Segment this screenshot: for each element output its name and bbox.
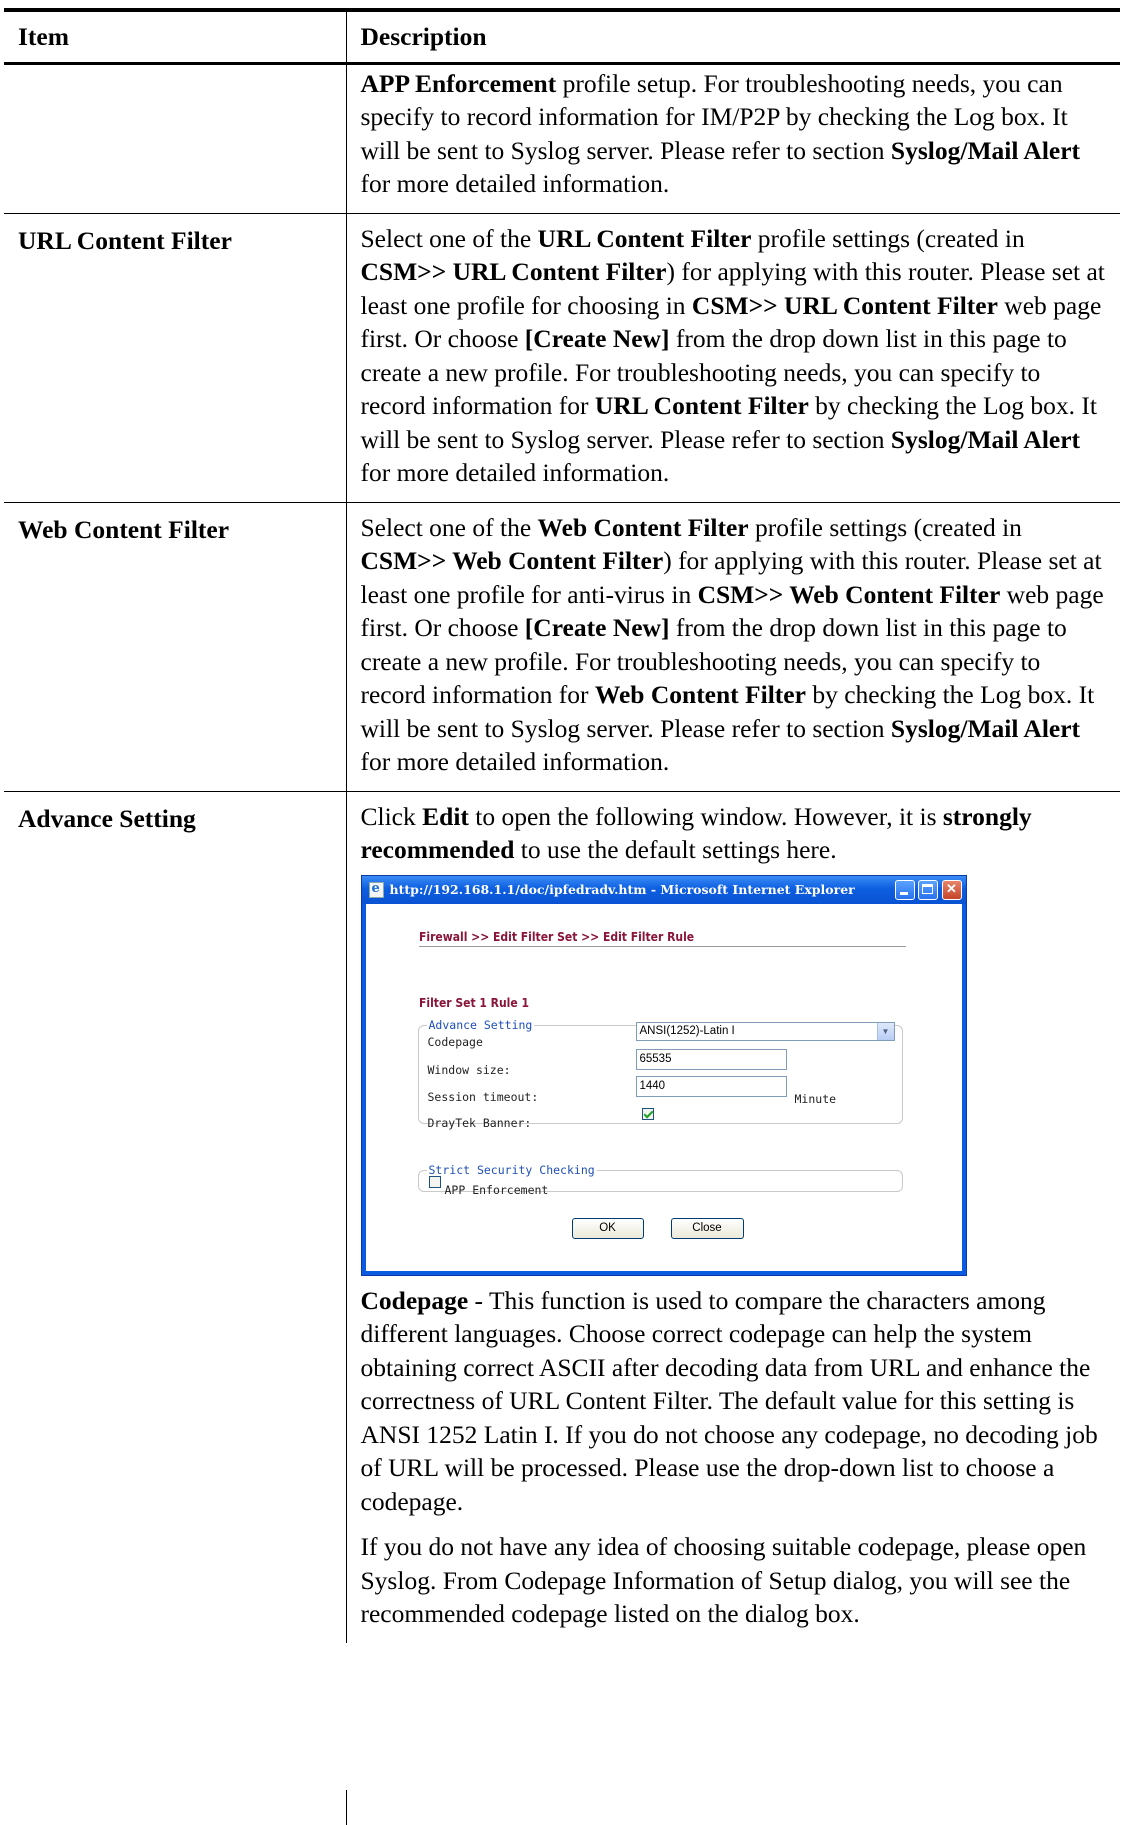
- bold-term: CSM>> URL Content Filter: [691, 290, 998, 320]
- minimize-icon: [899, 891, 908, 895]
- session-timeout-unit: Minute: [794, 1091, 837, 1106]
- description-cell: Select one of the URL Content Filter pro…: [345, 213, 1120, 503]
- text-run: profile settings (created in: [751, 223, 1025, 253]
- text-run: Select one of the: [360, 223, 538, 253]
- bold-term: Syslog/Mail Alert: [890, 424, 1081, 454]
- app-enforcement-label: APP Enforcement: [444, 1182, 549, 1197]
- table-row-url-content-filter: URL Content Filter Select one of the URL…: [4, 213, 1120, 503]
- text-run: profile settings (created in: [748, 512, 1022, 542]
- text-run: for more detailed information.: [360, 169, 670, 198]
- bold-term: Codepage: [360, 1285, 469, 1315]
- text-run: Click: [360, 801, 423, 831]
- bold-term: URL Content Filter: [594, 391, 809, 420]
- bold-term: Edit: [422, 801, 469, 831]
- item-cell-empty: [4, 63, 346, 214]
- bold-term: CSM>> Web Content Filter: [360, 546, 664, 575]
- divider: [418, 945, 906, 947]
- description-paragraph: Click Edit to open the following window.…: [361, 800, 1107, 867]
- maximize-button[interactable]: [917, 879, 938, 900]
- text-run: for more detailed information.: [360, 747, 670, 776]
- document-page: Item Description APP Enforcement profile…: [0, 0, 1123, 1825]
- description-paragraph: APP Enforcement profile setup. For troub…: [361, 67, 1107, 201]
- bold-term: [Create New]: [524, 324, 670, 353]
- breadcrumb: Firewall >> Edit Filter Set >> Edit Filt…: [418, 929, 694, 944]
- ie-page-icon: [368, 875, 384, 903]
- bold-term: [Create New]: [524, 613, 670, 642]
- bold-term: Syslog/Mail Alert: [890, 135, 1081, 165]
- item-description-table: Item Description APP Enforcement profile…: [4, 8, 1120, 1643]
- table-row-advance-setting: Advance Setting Click Edit to open the f…: [4, 791, 1120, 1643]
- codepage-help-paragraph: If you do not have any idea of choosing …: [360, 1532, 1087, 1628]
- item-cell: Advance Setting: [18, 803, 196, 833]
- bold-term: CSM>> Web Content Filter: [697, 579, 1001, 609]
- bold-term: CSM>> URL Content Filter: [360, 257, 667, 286]
- column-header-item: Item: [4, 8, 346, 65]
- codepage-select[interactable]: ANSI(1252)-Latin I ▼: [635, 1021, 895, 1041]
- draytek-banner-checkbox[interactable]: [641, 1107, 654, 1120]
- close-window-button[interactable]: ✕: [941, 879, 962, 900]
- column-divider-tail: [346, 1790, 347, 1825]
- description-paragraph: Select one of the URL Content Filter pro…: [361, 222, 1107, 490]
- maximize-icon: [921, 883, 933, 894]
- close-button[interactable]: Close: [670, 1217, 744, 1239]
- window-title: http://192.168.1.1/doc/ipfedradv.htm - M…: [389, 881, 855, 897]
- text-run: to open the following window. However, i…: [468, 801, 943, 831]
- column-header-description: Description: [345, 8, 1120, 65]
- codepage-paragraph: Codepage - This function is used to comp…: [361, 1284, 1107, 1519]
- bold-term: Web Content Filter: [594, 680, 806, 709]
- item-cell: Web Content Filter: [4, 502, 346, 792]
- text-run: Select one of the: [360, 512, 538, 542]
- text-run: for more detailed information.: [360, 458, 670, 487]
- table-row-web-content-filter: Web Content Filter Select one of the Web…: [4, 502, 1120, 792]
- description-cell: APP Enforcement profile setup. For troub…: [345, 63, 1120, 214]
- bold-term: Web Content Filter: [537, 512, 749, 542]
- session-timeout-input[interactable]: 1440: [635, 1075, 787, 1097]
- close-icon: ✕: [946, 881, 957, 897]
- window-title-bar: http://192.168.1.1/doc/ipfedradv.htm - M…: [361, 875, 966, 904]
- table-row-app-enforcement: APP Enforcement profile setup. For troub…: [4, 63, 1120, 214]
- item-cell: URL Content Filter: [4, 213, 346, 503]
- app-enforcement-checkbox[interactable]: [428, 1175, 441, 1188]
- description-cell: Click Edit to open the following window.…: [345, 791, 1120, 1643]
- text-run: - This function is used to compare the c…: [360, 1285, 1098, 1516]
- codepage-selected-value: ANSI(1252)-Latin I: [639, 1024, 735, 1037]
- bold-term: URL Content Filter: [537, 223, 752, 253]
- chevron-down-icon[interactable]: ▼: [876, 1022, 894, 1040]
- dialog-body: Firewall >> Edit Filter Set >> Edit Filt…: [365, 903, 962, 1271]
- ok-button[interactable]: OK: [571, 1217, 644, 1239]
- description-cell: Select one of the Web Content Filter pro…: [345, 502, 1120, 792]
- text-run: to use the default settings here.: [514, 835, 837, 864]
- advance-setting-dialog-screenshot: http://192.168.1.1/doc/ipfedradv.htm - M…: [360, 874, 967, 1276]
- description-paragraph: Select one of the Web Content Filter pro…: [361, 511, 1107, 779]
- bold-term: APP Enforcement: [360, 68, 557, 98]
- window-size-input[interactable]: 65535: [635, 1048, 787, 1070]
- bold-term: Syslog/Mail Alert: [890, 713, 1081, 743]
- draytek-banner-label: DrayTek Banner:: [427, 1115, 532, 1130]
- minimize-button[interactable]: [894, 879, 915, 900]
